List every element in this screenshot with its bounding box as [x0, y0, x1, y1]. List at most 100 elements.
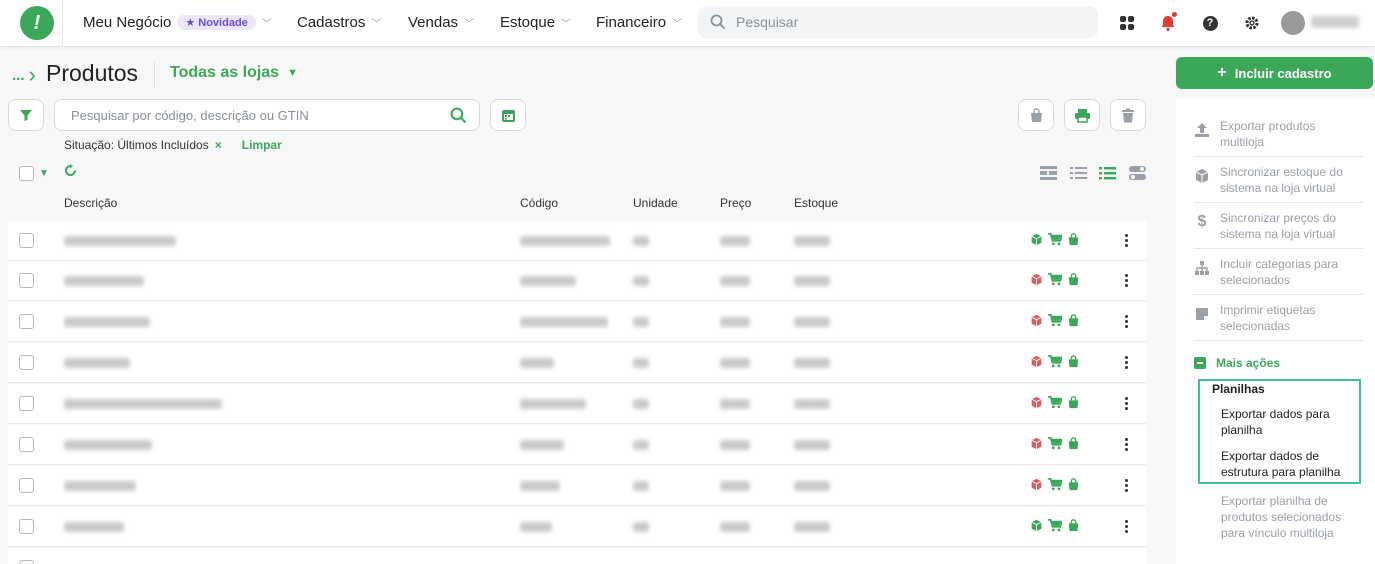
product-search-input[interactable]: Pesquisar por código, descrição ou GTIN: [54, 99, 480, 131]
row-checkbox[interactable]: [19, 314, 34, 329]
cell-unit: Un: [633, 522, 649, 532]
clear-filters-link[interactable]: Limpar: [242, 138, 282, 152]
action-text: Imprimir etiquetas selecionadas: [1220, 302, 1315, 334]
list-view-icon[interactable]: [1070, 166, 1087, 180]
table-row[interactable]: Livro Desenho LIVROD UN 30,00 -381,00: [8, 466, 1146, 506]
collapse-icon: [1194, 357, 1206, 369]
table-row[interactable]: caneca rosa crosa Un 0,00 -12,00: [8, 343, 1146, 383]
breadcrumb[interactable]: ... ›: [12, 62, 36, 88]
action-sync-stock[interactable]: Sincronizar estoque do sistema na loja vi…: [1194, 164, 1364, 203]
cell-description[interactable]: Bola Futebol 2: [64, 276, 144, 286]
nav-my-business[interactable]: Meu Negócio ★ Novidade ﹀: [83, 14, 272, 31]
more-actions-toggle[interactable]: Mais ações: [1194, 356, 1280, 370]
filter-button[interactable]: [8, 99, 44, 131]
cell-price: 200,00: [720, 276, 750, 286]
row-menu-icon[interactable]: [1125, 479, 1129, 492]
row-menu-icon[interactable]: [1125, 274, 1129, 287]
column-header-unit[interactable]: Unidade: [633, 196, 678, 210]
table-row[interactable]: automacao-enviando autom-enviando Un 30,00 -…: [8, 302, 1146, 342]
cell-stock: 444,00: [794, 522, 830, 532]
cell-description[interactable]: Kit Presyo Composto: [64, 236, 176, 246]
column-header-code[interactable]: Código: [520, 196, 558, 210]
row-menu-icon[interactable]: [1125, 234, 1129, 247]
bell-icon[interactable]: [1158, 11, 1178, 33]
action-sync-prices[interactable]: $ Sincronizar preços do sistema na loja v…: [1194, 210, 1364, 249]
table-row[interactable]: Livro Sociologia LIVROS UN 20,00 -111,00: [8, 425, 1146, 465]
user-name[interactable]: [1311, 16, 1359, 28]
store-filter-dropdown[interactable]: Todas as lojas ▼: [170, 64, 298, 82]
cell-unit: Un: [633, 317, 649, 327]
column-header-price[interactable]: Preço: [720, 196, 751, 210]
action-print-labels[interactable]: Imprimir etiquetas selecionadas: [1194, 302, 1364, 341]
row-menu-icon[interactable]: [1125, 356, 1129, 369]
table-row[interactable]: [8, 548, 1146, 564]
nav-financeiro-label: Financeiro: [596, 14, 667, 31]
refresh-icon[interactable]: [64, 164, 77, 177]
row-checkbox[interactable]: [19, 355, 34, 370]
row-checkbox[interactable]: [19, 396, 34, 411]
delete-button[interactable]: [1110, 99, 1146, 131]
apps-icon[interactable]: [1117, 13, 1137, 33]
action-export-multistore[interactable]: Exportar produtos multiloja: [1194, 118, 1364, 157]
cell-description[interactable]: REMÉDIO: [64, 522, 124, 532]
cell-description[interactable]: Livro Desenho: [64, 481, 136, 491]
cell-code: REME: [520, 522, 552, 532]
row-checkbox[interactable]: [19, 273, 34, 288]
cell-description[interactable]: Livro Sociologia: [64, 440, 152, 450]
cell-code: crosa: [520, 358, 554, 368]
export-multistore-link-spreadsheet[interactable]: Exportar planilha de produtos selecionado…: [1221, 493, 1351, 541]
compact-list-view-icon[interactable]: [1099, 166, 1116, 180]
row-status-icons: [1030, 314, 1080, 327]
global-search-input[interactable]: Pesquisar: [698, 6, 1098, 38]
print-button[interactable]: [1064, 99, 1100, 131]
avatar[interactable]: [1281, 11, 1305, 35]
row-checkbox[interactable]: [19, 437, 34, 452]
row-checkbox[interactable]: [19, 233, 34, 248]
action-line: Imprimir etiquetas: [1220, 303, 1316, 317]
nav-estoque[interactable]: Estoque ﹀: [500, 14, 571, 31]
select-all-checkbox[interactable]: [19, 166, 34, 181]
divider: [62, 0, 63, 46]
export-data-to-spreadsheet[interactable]: Exportar dados para planilha: [1221, 406, 1356, 438]
table-row[interactable]: Bola Futebol 2 BOLAFUTO Un 200,00 -2,00: [8, 261, 1146, 301]
row-checkbox[interactable]: [19, 519, 34, 534]
date-filter-button[interactable]: [490, 99, 526, 131]
column-header-stock[interactable]: Estoque: [794, 196, 838, 210]
cell-unit: UN: [633, 481, 649, 491]
row-checkbox[interactable]: [19, 478, 34, 493]
row-checkbox[interactable]: [19, 560, 34, 564]
columns-toggle-icon[interactable]: [1129, 166, 1146, 180]
action-include-categories[interactable]: Incluir categorias para selecionados: [1194, 256, 1364, 295]
nav-financeiro[interactable]: Financeiro ﹀: [596, 14, 682, 31]
row-menu-icon[interactable]: [1125, 397, 1129, 410]
row-menu-icon[interactable]: [1125, 438, 1129, 451]
row-menu-icon[interactable]: [1125, 520, 1129, 533]
cell-description[interactable]: automacao-enviando: [64, 317, 150, 327]
cell-description[interactable]: EMBALAGEM AUTOMACAO: [64, 399, 222, 409]
table-row[interactable]: EMBALAGEM AUTOMACAO EMB AUTO Un 0,00 0,00: [8, 384, 1146, 424]
cell-stock: 0,00: [794, 399, 830, 409]
search-icon[interactable]: [450, 107, 467, 124]
nav-cadastros[interactable]: Cadastros ﹀: [297, 14, 381, 31]
row-menu-icon[interactable]: [1125, 315, 1129, 328]
gear-icon[interactable]: [1242, 13, 1262, 33]
table-row[interactable]: Kit Presyo Composto KITCOMPOSTO UN 665,00 1.…: [8, 221, 1146, 261]
page-title: Produtos: [46, 60, 139, 86]
cell-unit: Un: [633, 358, 649, 368]
grid-view-icon[interactable]: [1040, 166, 1057, 180]
help-icon[interactable]: ?: [1200, 13, 1220, 33]
column-header-description[interactable]: Descrição: [64, 196, 117, 210]
export-structure-to-spreadsheet[interactable]: Exportar dados de estrutura para planilha: [1221, 448, 1356, 480]
store-bag-button[interactable]: [1018, 99, 1054, 131]
nav-vendas[interactable]: Vendas ﹀: [408, 14, 474, 31]
cell-description[interactable]: caneca rosa: [64, 358, 130, 368]
remove-filter-icon[interactable]: ×: [215, 138, 222, 152]
shopping-bag-icon: [1068, 273, 1079, 286]
store-filter-label: Todas as lojas: [170, 64, 280, 81]
include-product-button[interactable]: + Incluir cadastro: [1176, 57, 1373, 89]
caret-down-icon[interactable]: ▼: [39, 168, 49, 179]
cell-price: 0,00: [720, 399, 750, 409]
table-row[interactable]: REMÉDIO REME Un 64,00 444,00: [8, 507, 1146, 547]
plus-icon: +: [1217, 64, 1227, 81]
app-logo[interactable]: !: [20, 6, 54, 40]
